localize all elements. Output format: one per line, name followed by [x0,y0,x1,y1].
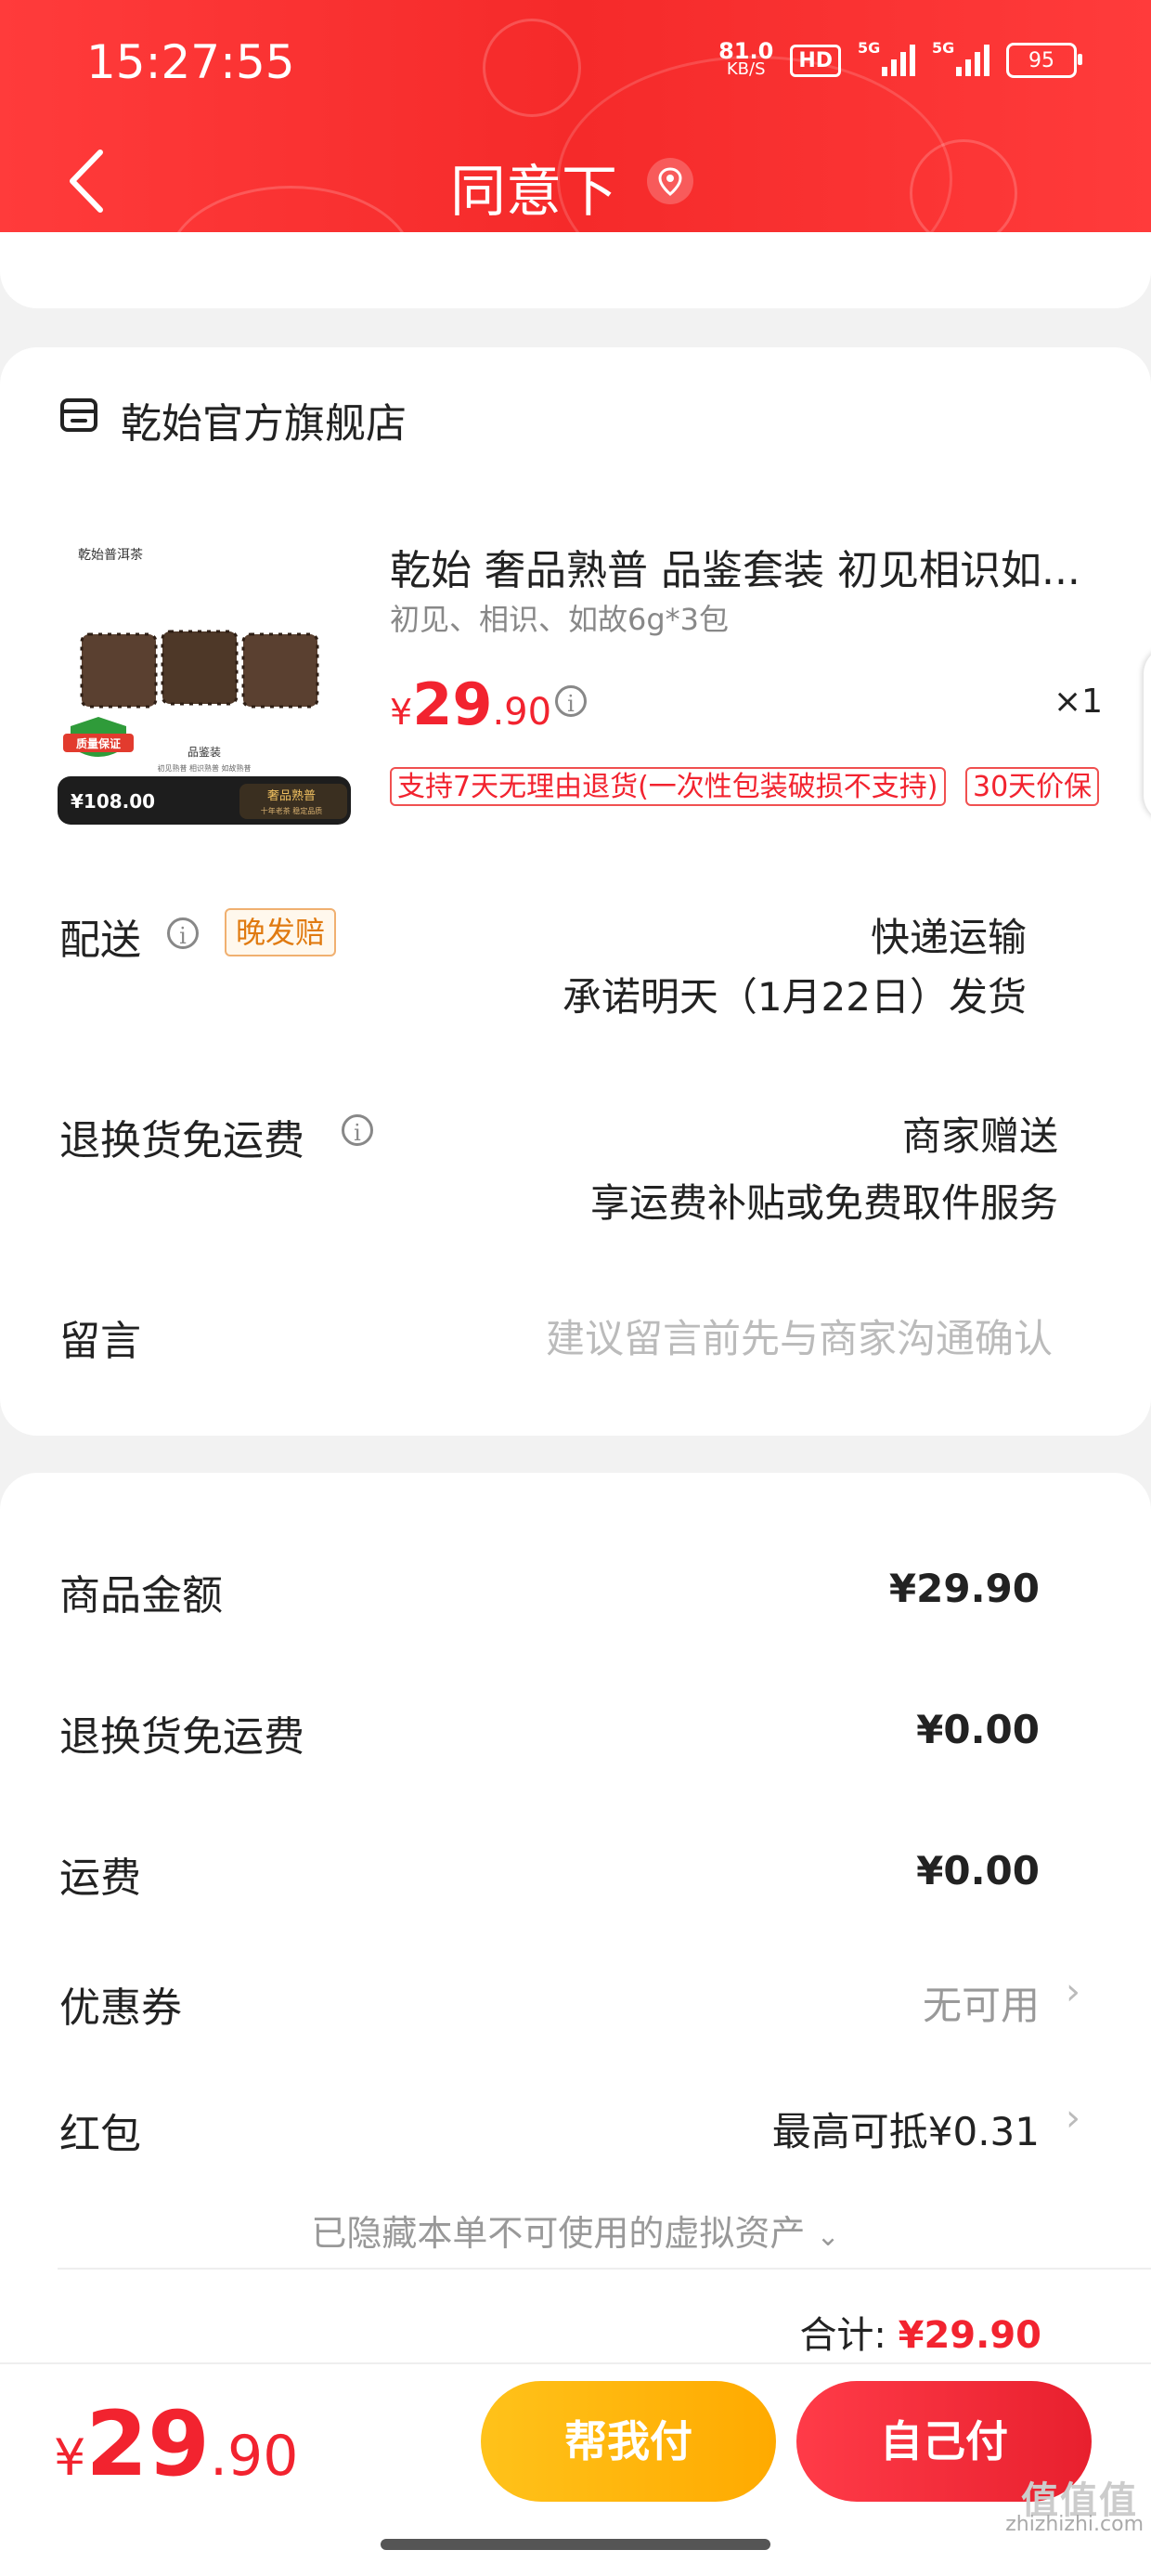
total-label: 合计: [799,2314,886,2357]
price-dec: .90 [492,691,552,734]
product-price: ¥29.90 [390,670,551,738]
freight-value: ¥0.00 [916,1848,1040,1893]
net-speed: 81.0 KB/S [718,40,773,79]
thumb-tag: 奢品熟普 [267,788,316,803]
header-bar: 15:27:55 81.0 KB/S HD 5G 5G 95 同意下 [0,0,1151,265]
hd-icon: HD [790,44,841,77]
thumb-tag-sub: 十年老茶 稳定品质 [261,806,323,815]
return-info-icon[interactable]: i [342,1114,373,1146]
product-image[interactable]: 乾始普洱茶 品鉴装 初见熟普 相识熟普 如故熟普 质量保证 ¥108.00 奢品… [58,527,351,826]
watermark-text: zhizhizhi.com [1005,2513,1144,2536]
location-pin-icon[interactable] [647,158,693,204]
delivery-info-icon[interactable]: i [167,917,199,949]
freight-label: 运费 [59,1854,141,1902]
price-symbol: ¥ [390,692,413,733]
checkout-price-int: 29 [85,2392,210,2496]
chevron-right-icon[interactable]: › [1066,2097,1080,2140]
coupon-label[interactable]: 优惠券 [59,1974,182,2034]
product-name[interactable]: 乾始 奢品熟普 品鉴套装 初见相识如... [390,537,1095,596]
return-provider: 商家赠送 [901,1113,1058,1159]
net-speed-unit: KB/S [726,59,766,79]
checkout-price-dec: .90 [209,2424,299,2489]
checkout-price: ¥29.90 [54,2392,298,2496]
previous-card [0,232,1151,308]
quality-badge: 质量保证 [76,736,121,750]
chevron-left-icon [1144,646,1151,823]
store-icon [60,398,97,432]
hidden-assets-toggle[interactable]: 已隐藏本单不可使用的虚拟资产 ⌄ [0,2205,1151,2256]
delivery-promise: 承诺明天（1月22日）发货 [562,974,1027,1020]
order-card [0,347,1151,1436]
hidden-assets-text: 已隐藏本单不可使用的虚拟资产 [311,2213,806,2254]
price-int: 29 [412,670,493,738]
return-fee-label: 退换货免运费 [59,1713,304,1761]
message-label: 留言 [59,1318,141,1365]
thumb-price: ¥108.00 [71,790,155,813]
redpacket-value[interactable]: 最高可抵¥0.31 [772,2101,1040,2157]
product-spec[interactable]: 初见、相识、如故6g*3包 [390,596,729,639]
chevron-down-icon: ⌄ [816,2220,840,2253]
price-info-icon[interactable]: i [555,685,587,717]
order-total: 合计: ¥29.90 [799,2305,1041,2359]
product-quantity: ×1 [1054,683,1104,721]
home-indicator[interactable] [381,2539,770,2550]
status-icons: 81.0 KB/S HD 5G 5G 95 [718,39,1082,79]
side-drawer-handle[interactable] [1144,646,1151,823]
firework-decoration [483,19,581,117]
delivery-method[interactable]: 快递运输 [871,906,1027,963]
page-title: 同意下 [450,160,617,225]
divider [58,2268,1151,2270]
shop-name[interactable]: 乾始官方旗舰店 [121,390,407,449]
delivery-label: 配送 [59,917,141,964]
late-compensation-badge[interactable]: 晚发赔 [225,908,337,956]
total-value: ¥29.90 [898,2314,1041,2357]
return-fee-value: ¥0.00 [916,1707,1040,1752]
redpacket-label[interactable]: 红包 [59,2101,141,2160]
battery-icon: 95 [1006,43,1082,78]
sim2-label: 5G [932,39,955,57]
return-desc: 享运费补贴或免费取件服务 [589,1180,1058,1226]
back-arrow-icon[interactable] [65,149,111,214]
friend-pay-button[interactable]: 帮我付 [481,2381,776,2502]
chevron-right-icon[interactable]: › [1066,1971,1080,2013]
thumb-label: 品鉴装 [188,746,221,759]
coupon-value[interactable]: 无可用 [923,1974,1040,2031]
signal-icon: 5G [932,39,989,76]
status-time: 15:27:55 [86,35,295,89]
goods-amount-value: ¥29.90 [888,1566,1040,1611]
checkout-price-symbol: ¥ [54,2428,86,2487]
message-input[interactable]: 建议留言前先与商家沟通确认 [546,1308,1053,1364]
return-policy-tag: 支持7天无理由退货(一次性包装破损不支持) [390,767,946,806]
goods-amount-label: 商品金额 [59,1572,223,1620]
brand-text: 乾始普洱茶 [78,548,143,563]
sim1-label: 5G [858,39,881,57]
return-shipping-label: 退换货免运费 [59,1117,304,1164]
price-protect-tag: 30天价保 [965,767,1100,806]
signal-icon: 5G [858,39,915,76]
thumb-sub: 初见熟普 相识熟普 如故熟普 [157,763,251,773]
